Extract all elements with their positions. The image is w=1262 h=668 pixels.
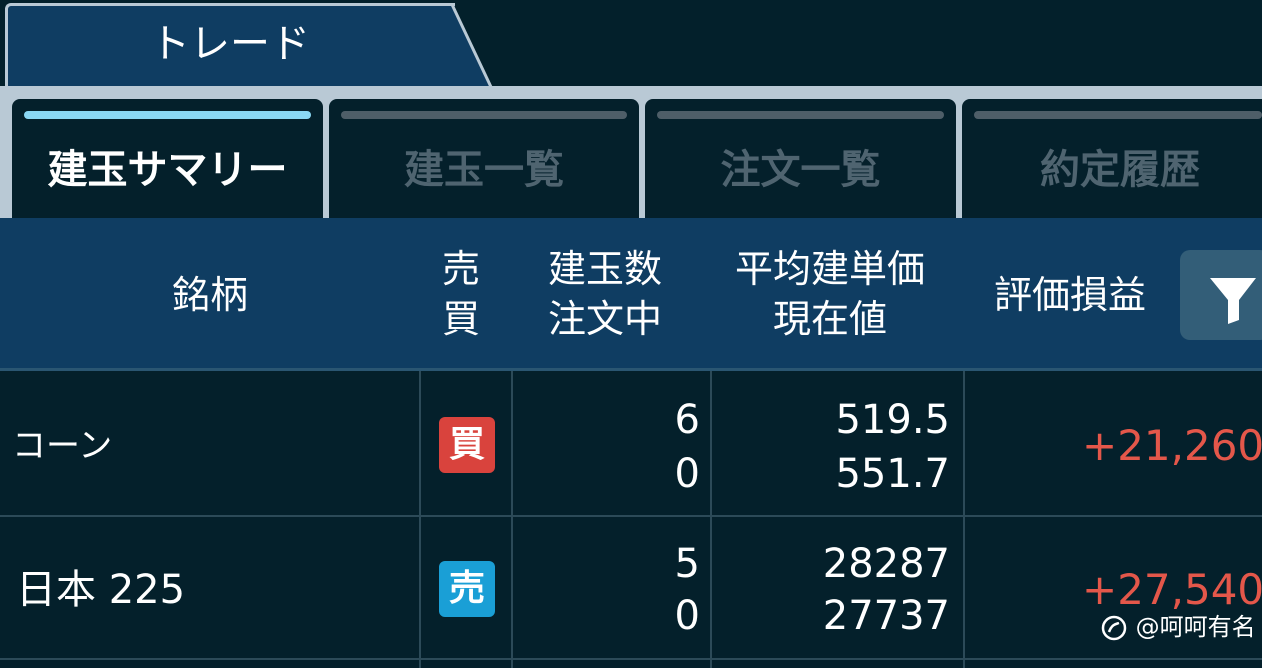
row-divider (0, 658, 1262, 660)
avg-price: 28287 (822, 541, 950, 587)
order-qty: 0 (674, 593, 700, 639)
unrealized-pnl: +21,260 (1082, 421, 1262, 470)
trade-tab-label: トレード (150, 21, 310, 67)
filter-button[interactable] (1180, 250, 1262, 340)
filter-icon (1210, 278, 1256, 324)
tab-indicator (24, 111, 311, 119)
column-avg-price: 平均建単価 (734, 247, 925, 291)
watermark-logo-icon (1101, 615, 1127, 641)
side-badge-buy: 買 (439, 417, 495, 473)
tab-order-list[interactable]: 注文一覧 (645, 99, 956, 218)
header-divider (0, 368, 1262, 371)
current-price: 27737 (822, 593, 950, 639)
tab-execution-history[interactable]: 約定履歴 (962, 99, 1262, 218)
tab-label: 建玉一覧 (404, 147, 564, 193)
column-divider (710, 371, 712, 668)
tab-indicator (974, 111, 1262, 119)
row-divider (0, 515, 1262, 517)
tab-position-summary[interactable]: 建玉サマリー (12, 99, 323, 218)
position-qty: 5 (674, 541, 700, 587)
column-current-price: 現在値 (772, 297, 887, 341)
tab-label: 注文一覧 (720, 147, 881, 193)
tab-label: 建玉サマリー (47, 147, 288, 193)
tab-position-list[interactable]: 建玉一覧 (329, 99, 639, 218)
column-order-qty: 注文中 (547, 297, 662, 341)
column-divider (963, 371, 965, 668)
order-qty: 0 (674, 451, 700, 497)
column-side-buy: 買 (441, 297, 480, 341)
position-qty: 6 (674, 397, 700, 443)
column-side-sell: 売 (441, 247, 480, 291)
instrument-name: 日本 225 (16, 567, 186, 613)
tab-indicator (341, 111, 627, 119)
tab-label: 約定履歴 (1040, 147, 1200, 193)
column-divider (511, 371, 513, 668)
avg-price: 519.5 (835, 397, 950, 443)
current-price: 551.7 (835, 451, 950, 497)
column-divider (419, 371, 421, 668)
column-pnl: 評価損益 (993, 273, 1146, 317)
unrealized-pnl: +27,540 (1082, 565, 1262, 614)
column-name: 銘柄 (171, 273, 248, 317)
side-badge-sell: 売 (439, 561, 495, 617)
watermark-text: @呵呵有名 (1135, 613, 1256, 641)
watermark: @呵呵有名 (1100, 610, 1260, 644)
instrument-name: コーン (12, 426, 113, 466)
column-position-qty: 建玉数 (547, 247, 662, 291)
tab-indicator (657, 111, 944, 119)
